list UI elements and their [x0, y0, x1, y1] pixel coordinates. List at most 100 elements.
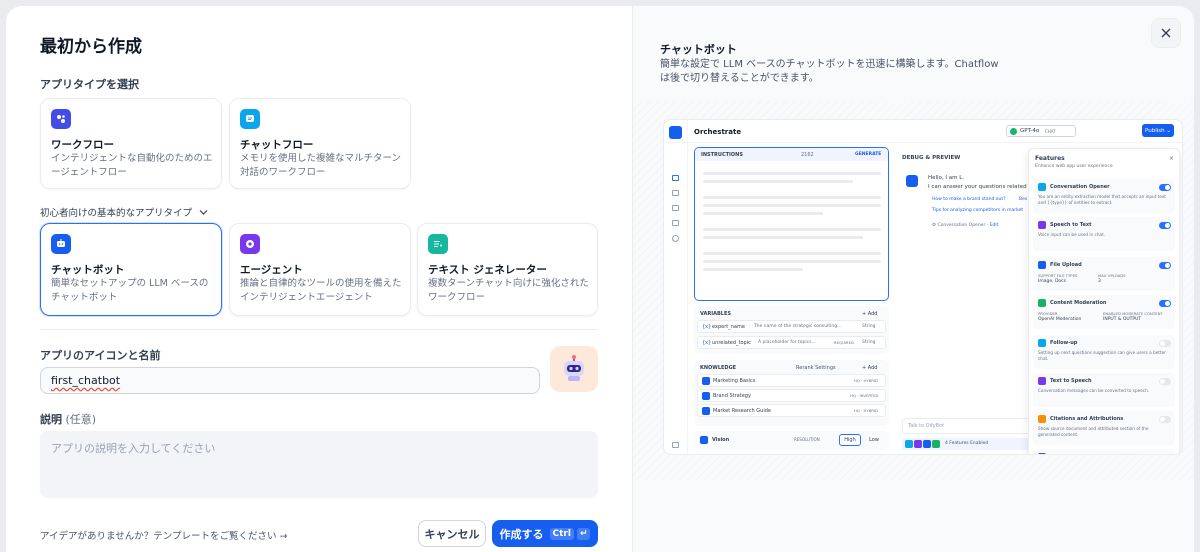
template-hint: アイデアがありませんか？テンプレートをご覧ください: [40, 531, 277, 542]
create-button[interactable]: 作成する Ctrl ↵: [492, 520, 598, 547]
rerank-settings-button[interactable]: Rerank Settings: [796, 365, 836, 371]
setting-value: INPUT & OUTPUT: [1103, 317, 1142, 322]
agent-icon: [240, 234, 260, 254]
beginner-toggle[interactable]: 初心者向けの基本的なアプリタイプ: [40, 205, 208, 219]
publish-button[interactable]: Publish ⌄: [1142, 124, 1174, 137]
feature-name: Text to Speech: [1050, 378, 1092, 384]
feature-item: Content Moderation PROVIDER OpenAI Moderat…: [1033, 295, 1175, 329]
description-textarea[interactable]: アプリの説明を入力してください: [40, 431, 598, 498]
opener-label: Conversation Opener: [937, 223, 986, 228]
annotation-nav-icon: [672, 220, 679, 226]
app-type-card-workflow[interactable]: ワークフロー インテリジェントな自動化のためのエージェントフロー: [40, 98, 222, 189]
app-logo-icon: [669, 126, 682, 139]
feature-toggle[interactable]: [1159, 454, 1171, 455]
suggested-question[interactable]: How to make a brand stand out?: [932, 197, 1006, 202]
card-name: エージェント: [240, 264, 303, 276]
feature-toggle[interactable]: [1159, 222, 1171, 229]
template-link[interactable]: アイデアがありませんか？テンプレートをご覧ください →: [40, 528, 287, 542]
shortcut-ctrl: Ctrl: [549, 527, 574, 540]
feature-toggle[interactable]: [1159, 184, 1171, 191]
description-label: 説明: [40, 413, 62, 426]
feature-toggle[interactable]: [1159, 378, 1171, 385]
variable-row[interactable]: {x} unrelated_topic A placeholder for to…: [697, 336, 886, 349]
model-tag: CHAT: [1045, 128, 1056, 134]
suggested-question[interactable]: Tips for analyzing competitors in market: [932, 208, 1023, 213]
openai-icon: [1010, 128, 1017, 135]
arrow-right-icon: →: [279, 531, 288, 542]
edit-link[interactable]: Edit: [990, 223, 999, 228]
app-type-card-chatbot[interactable]: チャットボット 簡単なセットアップの LLM ベースのチャットボット: [40, 223, 222, 316]
variable-row[interactable]: {x} expert_name The name of the strategi…: [697, 320, 886, 333]
cancel-button[interactable]: キャンセル: [418, 520, 486, 547]
app-type-label: アプリタイプを選択: [40, 78, 139, 91]
add-label: Add: [867, 365, 878, 371]
api-nav-icon: [672, 190, 679, 196]
vision-section: Vision RESOLUTION High Low: [694, 431, 889, 449]
add-variable-button[interactable]: + Add: [862, 311, 877, 317]
create-label: 作成する: [499, 527, 544, 541]
variables-label: VARIABLES: [700, 311, 731, 317]
resolution-high-button[interactable]: High: [839, 434, 861, 446]
feature-name: Conversation Opener: [1050, 184, 1110, 190]
card-desc: インテリジェントな自動化のためのエージェントフロー: [51, 153, 213, 178]
feature-item: Conversation Opener You are an entity ext…: [1033, 179, 1175, 213]
text-generator-icon: [428, 234, 448, 254]
feature-icon: [1038, 339, 1046, 347]
model-name: GPT-4o: [1020, 128, 1040, 134]
feature-name: Content Moderation: [1050, 300, 1107, 306]
app-type-card-text-generator[interactable]: テキスト ジェネレーター 複数ターンチャット向けに強化されたワークフロー: [417, 223, 598, 316]
chatbot-icon: [51, 234, 71, 254]
card-desc: 推論と自律的なツールの使用を備えたインテリジェントエージェント: [240, 278, 402, 303]
app-type-card-chatflow[interactable]: チャットフロー メモリを使用した複雑なマルチターン対話のワークフロー: [229, 98, 411, 189]
variables-section: VARIABLES + Add {x} expert_name The name…: [694, 306, 889, 354]
feature-toggle[interactable]: [1159, 340, 1171, 347]
bot-avatar: [906, 175, 918, 187]
preview-title: チャットボット: [660, 43, 737, 56]
features-subtitle: Enhance web app user experience: [1035, 164, 1113, 169]
resolution-low-button[interactable]: Low: [864, 434, 884, 446]
model-selector[interactable]: GPT-4o CHAT: [1006, 125, 1076, 137]
feature-icon: [1038, 221, 1046, 229]
chat-input[interactable]: Talk to DifyBot: [902, 418, 1032, 434]
resolution-label: RESOLUTION: [794, 437, 820, 442]
feature-toggle[interactable]: [1159, 300, 1171, 307]
suggested-question[interactable]: Bes: [1019, 197, 1027, 202]
feature-toggle[interactable]: [1159, 262, 1171, 269]
variable-tag: REQUIRED: [834, 340, 854, 345]
app-type-card-agent[interactable]: エージェント 推論と自律的なツールの使用を備えたインテリジェントエージェント: [229, 223, 411, 316]
enter-key-icon: ↵: [576, 527, 591, 540]
feature-desc: Conversation messages can be converted t…: [1038, 388, 1150, 393]
features-enabled-bar[interactable]: 4 Features Enabled: [902, 438, 1032, 450]
knowledge-row[interactable]: Brand Strategy HQ · INVERTED: [697, 389, 886, 402]
card-desc: 複数ターンチャット向けに強化されたワークフロー: [428, 278, 589, 303]
app-name-input[interactable]: first_chatbot: [40, 367, 540, 394]
knowledge-row[interactable]: Marketing Basics HQ · HYBRID: [697, 374, 886, 387]
instructions-editor[interactable]: INSTRUCTIONS 2162 GENERATE: [694, 147, 889, 301]
close-button[interactable]: [1151, 18, 1181, 48]
robot-icon: [564, 355, 584, 381]
instructions-count: 2162: [801, 152, 814, 158]
feature-icon: [1038, 261, 1046, 269]
instructions-label: INSTRUCTIONS: [701, 152, 743, 158]
features-enabled-label: 4 Features Enabled: [945, 441, 989, 446]
add-label: Add: [867, 311, 878, 317]
feature-toggle[interactable]: [1159, 416, 1171, 423]
card-name: ワークフロー: [51, 139, 114, 151]
feature-name: Citations and Attributions: [1050, 416, 1124, 422]
add-knowledge-button[interactable]: + Add: [862, 365, 877, 371]
feature-name: Annotation Reply: [1050, 454, 1099, 455]
chatflow-icon: [240, 109, 260, 129]
app-icon-picker[interactable]: [550, 346, 598, 392]
knowledge-row[interactable]: Market Research Guide HQ · HYBRID: [697, 404, 886, 417]
chat-placeholder: Talk to DifyBot: [908, 423, 945, 429]
name-label: アプリのアイコンと名前: [40, 349, 161, 362]
generate-button[interactable]: GENERATE: [855, 152, 881, 157]
feature-icon: [1038, 377, 1046, 385]
vision-icon: [700, 436, 708, 444]
close-features-icon[interactable]: ×: [1169, 155, 1174, 162]
modal-title: 最初から作成: [40, 37, 142, 57]
feature-item: Follow-up Setting up next questions sugge…: [1033, 335, 1175, 369]
knowledge-tag: HQ · INVERTED: [850, 393, 879, 398]
knowledge-name: Brand Strategy: [713, 393, 751, 399]
variable-name: expert_name: [712, 324, 745, 330]
